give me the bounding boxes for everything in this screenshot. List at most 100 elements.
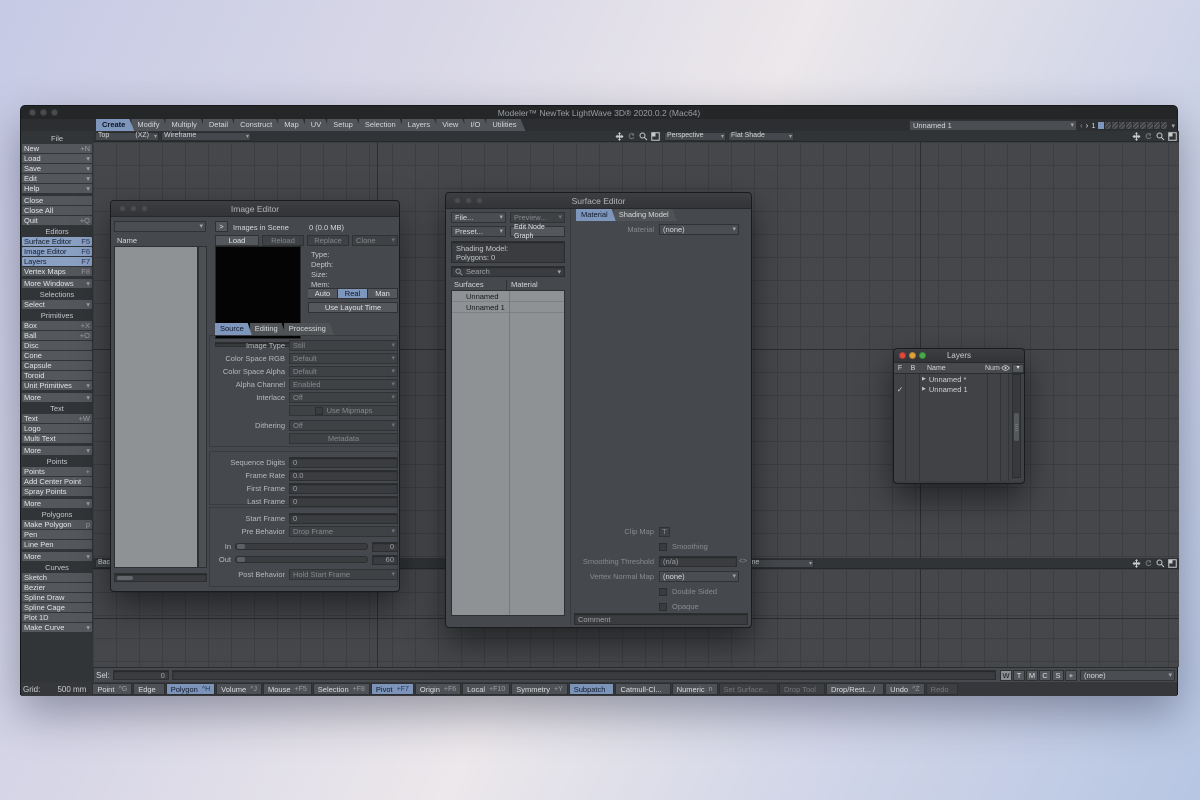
rotate-icon[interactable] [627, 132, 636, 141]
next-layer-button[interactable]: › [1086, 121, 1089, 130]
sidebar-item[interactable]: More▾ [22, 499, 92, 508]
prev-layer-button[interactable]: ‹ [1080, 121, 1083, 130]
threshold-stepper[interactable]: <> [739, 558, 747, 565]
sidebar-item[interactable]: Quit+Q [22, 216, 92, 225]
mode-button[interactable]: Local+F10 [462, 683, 510, 695]
smoothing-checkbox[interactable] [659, 543, 667, 551]
mode-button[interactable]: Set Surface... [719, 683, 778, 695]
mode-button[interactable]: Catmull-Cl... [615, 683, 670, 695]
mode-button[interactable]: Symmetry+Y [511, 683, 568, 695]
time-mode-button[interactable]: Real [338, 288, 368, 299]
preview-dropdown[interactable]: Preview... [510, 212, 565, 223]
menu-tab[interactable]: Layers [402, 119, 440, 131]
mipmaps-checkbox[interactable] [315, 407, 323, 415]
image-list-scrollbar[interactable] [198, 246, 207, 568]
material-dropdown[interactable]: (none) [659, 224, 739, 235]
editor-tab[interactable]: Shading Model [614, 209, 677, 221]
image-list[interactable] [114, 246, 198, 568]
menu-tab[interactable]: Multiply [165, 119, 205, 131]
sidebar-item[interactable]: Bezier [22, 583, 92, 592]
out-slider[interactable] [235, 556, 368, 563]
zoom-icon[interactable] [1156, 559, 1165, 568]
file-dropdown[interactable]: File... [451, 212, 506, 223]
sidebar-item[interactable]: Toroid [22, 371, 92, 380]
in-slider[interactable] [235, 543, 368, 550]
sidebar-item[interactable]: Logo [22, 424, 92, 433]
sequence-digits-field[interactable]: 0 [289, 457, 398, 468]
interlace-dropdown[interactable]: Off [289, 392, 398, 403]
sidebar-item[interactable]: Make Polygonp [22, 520, 92, 529]
in-value-field[interactable]: 0 [372, 542, 398, 552]
pan-icon[interactable] [615, 132, 624, 141]
editor-tab[interactable]: Source [215, 323, 252, 335]
alpha-channel-dropdown[interactable]: Enabled [289, 379, 398, 390]
menu-tab[interactable]: Modify [131, 119, 168, 131]
tool-toggle-button[interactable]: C [1039, 670, 1051, 681]
pan-icon[interactable] [1132, 132, 1141, 141]
sidebar-item[interactable]: Close [22, 196, 92, 205]
expand-arrow-icon[interactable]: ▶ [922, 376, 926, 382]
mode-button[interactable]: Mouse+F5 [263, 683, 312, 695]
mode-button[interactable]: Edge [133, 683, 165, 695]
surface-row[interactable]: Unnamed 1 [452, 302, 564, 313]
sidebar-item[interactable]: Multi Text [22, 434, 92, 443]
clip-map-button[interactable]: T [659, 527, 670, 537]
menu-tab[interactable]: UV [305, 119, 330, 131]
pan-icon[interactable] [1132, 559, 1141, 568]
sidebar-item[interactable]: Make Curve▾ [22, 623, 92, 632]
sidebar-item[interactable]: Help▾ [22, 184, 92, 193]
mode-button[interactable]: Origin+F6 [415, 683, 461, 695]
sidebar-item[interactable]: Surface EditorF5 [22, 237, 92, 246]
sidebar-item[interactable]: Plot 1D [22, 613, 92, 622]
last-frame-field[interactable]: 0 [289, 496, 398, 507]
menu-tab[interactable]: Map [278, 119, 308, 131]
bank-dropdown-icon[interactable]: ▾ [1171, 122, 1175, 130]
surface-row[interactable]: Unnamed [452, 291, 564, 302]
zoom-icon[interactable] [1156, 132, 1165, 141]
sidebar-item[interactable]: LayersF7 [22, 257, 92, 266]
sidebar-item[interactable]: Close All [22, 206, 92, 215]
comment-field[interactable]: Comment [574, 613, 748, 625]
sidebar-item[interactable]: Edit▾ [22, 174, 92, 183]
expand-arrow-icon[interactable]: ▶ [922, 386, 926, 392]
menu-tab[interactable]: Utilities [486, 119, 525, 131]
tool-toggle-button[interactable]: T [1013, 670, 1025, 681]
layer-row[interactable]: ▶ Unnamed * [894, 374, 1024, 384]
sidebar-item[interactable]: Add Center Point [22, 477, 92, 486]
sidebar-item[interactable]: Box+X [22, 321, 92, 330]
pre-behavior-dropdown[interactable]: Drop Frame [289, 526, 398, 537]
expand-icon[interactable] [1168, 559, 1177, 568]
shade-mode-dropdown[interactable]: Flat Shade [728, 132, 794, 141]
sidebar-item[interactable]: Cone [22, 351, 92, 360]
image-list-hscrollbar[interactable] [114, 573, 207, 582]
menu-tab[interactable]: I/O [464, 119, 489, 131]
rotate-icon[interactable] [1144, 132, 1153, 141]
time-mode-button[interactable]: Auto [308, 288, 338, 299]
mode-button[interactable]: Point^G [92, 683, 132, 695]
smoothing-threshold-field[interactable]: (n/a) [659, 556, 737, 567]
surface-search-input[interactable]: Search ▾ [451, 266, 565, 277]
sidebar-item[interactable]: Image EditorF6 [22, 247, 92, 256]
expand-panel-button[interactable]: > [215, 221, 228, 232]
mode-button[interactable]: Drop Tool [779, 683, 825, 695]
object-selector-dropdown[interactable]: Unnamed 1 [909, 120, 1077, 131]
frame-rate-field[interactable]: 0.0 [289, 470, 398, 481]
color-space-alpha-dropdown[interactable]: Default [289, 366, 398, 377]
sidebar-item[interactable]: Spline Draw [22, 593, 92, 602]
view-type-dropdown[interactable]: Top (XZ) [95, 132, 159, 141]
eye-icon[interactable] [1001, 365, 1010, 371]
sidebar-item[interactable]: More▾ [22, 446, 92, 455]
mode-button[interactable]: Drop/Rest... / [826, 683, 884, 695]
editor-tab[interactable]: Material [576, 209, 616, 221]
start-frame-field[interactable]: 0 [289, 513, 398, 524]
sidebar-item[interactable]: More▾ [22, 552, 92, 561]
sidebar-item[interactable]: Line Pen [22, 540, 92, 549]
mode-button[interactable]: Selection+F8 [313, 683, 370, 695]
sidebar-item[interactable]: Ball+O [22, 331, 92, 340]
mode-button[interactable]: Polygon^H [166, 683, 215, 695]
mode-button[interactable]: Subpatch [569, 683, 615, 695]
editor-tab[interactable]: Processing [284, 323, 334, 335]
menu-tab[interactable]: View [436, 119, 467, 131]
layer-slot[interactable] [1160, 121, 1168, 130]
shade-mode-dropdown[interactable]: Wireframe [161, 132, 251, 141]
